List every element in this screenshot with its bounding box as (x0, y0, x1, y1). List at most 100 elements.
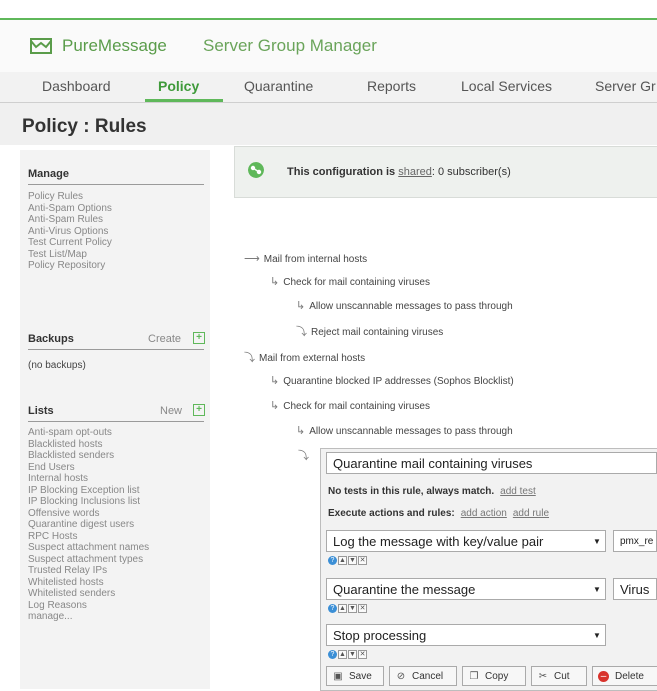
list-item[interactable]: Anti-spam opt-outs (28, 427, 149, 439)
sidebar-item-anti-spam-options[interactable]: Anti-Spam Options (28, 203, 112, 215)
copy-icon: ❐ (469, 671, 479, 682)
action-param-input[interactable]: Virus (613, 578, 657, 600)
cut-button[interactable]: ✂ Cut (531, 666, 587, 686)
action-controls: ? ▲ ▼ ✕ (328, 556, 368, 566)
remove-icon[interactable]: ✕ (358, 650, 367, 659)
shared-link[interactable]: shared (398, 166, 432, 178)
add-test-link[interactable]: add test (500, 486, 536, 497)
list-item[interactable]: Whitelisted hosts (28, 577, 149, 589)
sidebar-item-anti-spam-rules[interactable]: Anti-Spam Rules (28, 214, 112, 226)
action-select[interactable]: Stop processing (326, 624, 606, 646)
sidebar-item-anti-virus-options[interactable]: Anti-Virus Options (28, 226, 112, 238)
move-down-icon[interactable]: ▼ (348, 556, 357, 565)
exec-row: Execute actions and rules: add action add … (328, 508, 549, 519)
tree-item[interactable]: ↳ Allow unscannable messages to pass thro… (296, 424, 513, 437)
save-label: Save (349, 671, 372, 682)
help-icon[interactable]: ? (328, 650, 337, 659)
cancel-button[interactable]: ⊘ Cancel (389, 666, 457, 686)
share-icon (248, 162, 264, 178)
tree-item-label: Check for mail containing viruses (283, 401, 430, 412)
help-icon[interactable]: ? (328, 556, 337, 565)
tab-quarantine[interactable]: Quarantine (244, 78, 313, 94)
move-branch-icon: ⤵ (296, 326, 307, 338)
remove-icon[interactable]: ✕ (358, 604, 367, 613)
create-backup-link[interactable]: Create (148, 333, 181, 345)
tree-item[interactable]: ⟶ Mail from internal hosts (244, 252, 367, 265)
manage-list: Policy Rules Anti-Spam Options Anti-Spam… (28, 191, 112, 272)
rule-name-input[interactable]: Quarantine mail containing viruses (326, 452, 657, 474)
tree-item-label: Check for mail containing viruses (283, 277, 430, 288)
list-item[interactable]: Blacklisted hosts (28, 439, 149, 451)
list-item[interactable]: manage... (28, 611, 149, 623)
list-item[interactable]: Suspect attachment types (28, 554, 149, 566)
action-param-input[interactable]: pmx_re (613, 530, 657, 552)
floppy-disk-icon: ▣ (333, 671, 343, 682)
tree-item[interactable]: ↳ Check for mail containing viruses (270, 399, 430, 412)
tree-item-label: Mail from internal hosts (263, 254, 368, 265)
sidebar-item-test-list-map[interactable]: Test List/Map (28, 249, 112, 261)
cut-label: Cut (554, 671, 570, 682)
list-item[interactable]: End Users (28, 462, 149, 474)
sidebar-item-test-current-policy[interactable]: Test Current Policy (28, 237, 112, 249)
shared-suffix: : 0 subscriber(s) (431, 166, 511, 178)
tab-dashboard[interactable]: Dashboard (42, 78, 111, 94)
list-item[interactable]: RPC Hosts (28, 531, 149, 543)
list-item[interactable]: IP Blocking Inclusions list (28, 496, 149, 508)
tree-item-label: Reject mail containing viruses (311, 327, 444, 338)
tab-local-services[interactable]: Local Services (461, 78, 552, 94)
move-down-icon[interactable]: ▼ (348, 650, 357, 659)
shared-prefix: This configuration is (287, 166, 399, 178)
action-select[interactable]: Quarantine the message (326, 578, 606, 600)
list-item[interactable]: Whitelisted senders (28, 588, 149, 600)
manage-heading: Manage (28, 168, 69, 180)
backups-heading: Backups (28, 333, 74, 345)
sidebar-item-policy-repository[interactable]: Policy Repository (28, 260, 112, 272)
page-title: Policy : Rules (22, 116, 147, 137)
chevron-down-icon: ▼ (593, 631, 601, 640)
tree-item[interactable]: ↳ Allow unscannable messages to pass thro… (296, 299, 513, 312)
list-item[interactable]: Internal hosts (28, 473, 149, 485)
list-item[interactable]: Trusted Relay IPs (28, 565, 149, 577)
tree-item-label: Allow unscannable messages to pass throu… (309, 301, 513, 312)
list-item[interactable]: Blacklisted senders (28, 450, 149, 462)
branch-arrow-icon: ↳ (270, 276, 280, 288)
tab-server-groups[interactable]: Server Gr (595, 78, 656, 94)
list-item[interactable]: IP Blocking Exception list (28, 485, 149, 497)
tree-item[interactable]: ↳ Quarantine blocked IP addresses (Sophos… (270, 374, 514, 387)
list-item[interactable]: Suspect attachment names (28, 542, 149, 554)
move-down-icon[interactable]: ▼ (348, 604, 357, 613)
move-up-icon[interactable]: ▲ (338, 604, 347, 613)
new-list-plus-icon[interactable]: + (193, 404, 205, 416)
tree-item[interactable]: ⤵ (298, 447, 313, 463)
list-item[interactable]: Offensive words (28, 508, 149, 520)
sidebar-item-policy-rules[interactable]: Policy Rules (28, 191, 112, 203)
delete-button[interactable]: – Delete (592, 666, 657, 686)
no-backups-text: (no backups) (28, 360, 86, 371)
tree-item[interactable]: ⤵ Mail from external hosts (244, 349, 365, 365)
tab-reports[interactable]: Reports (367, 78, 416, 94)
brand-name[interactable]: PureMessage (62, 36, 167, 56)
create-backup-plus-icon[interactable]: + (193, 332, 205, 344)
delete-label: Delete (615, 671, 644, 682)
add-rule-link[interactable]: add rule (513, 508, 549, 519)
move-up-icon[interactable]: ▲ (338, 650, 347, 659)
save-button[interactable]: ▣ Save (326, 666, 384, 686)
add-action-link[interactable]: add action (461, 508, 507, 519)
move-up-icon[interactable]: ▲ (338, 556, 347, 565)
tab-policy[interactable]: Policy (158, 78, 199, 94)
action-controls: ? ▲ ▼ ✕ (328, 604, 368, 614)
list-item[interactable]: Quarantine digest users (28, 519, 149, 531)
action-select[interactable]: Log the message with key/value pair (326, 530, 606, 552)
tree-item[interactable]: ⤵ Reject mail containing viruses (296, 323, 443, 339)
help-icon[interactable]: ? (328, 604, 337, 613)
move-branch-icon: ⤵ (244, 352, 255, 364)
list-item[interactable]: Log Reasons (28, 600, 149, 612)
active-tab-indicator (145, 99, 223, 102)
remove-icon[interactable]: ✕ (358, 556, 367, 565)
copy-button[interactable]: ❐ Copy (462, 666, 526, 686)
delete-icon: – (598, 671, 609, 682)
scissors-icon: ✂ (538, 671, 548, 682)
rule-editor (320, 448, 657, 691)
new-list-link[interactable]: New (160, 405, 182, 417)
tree-item[interactable]: ↳ Check for mail containing viruses (270, 275, 430, 288)
